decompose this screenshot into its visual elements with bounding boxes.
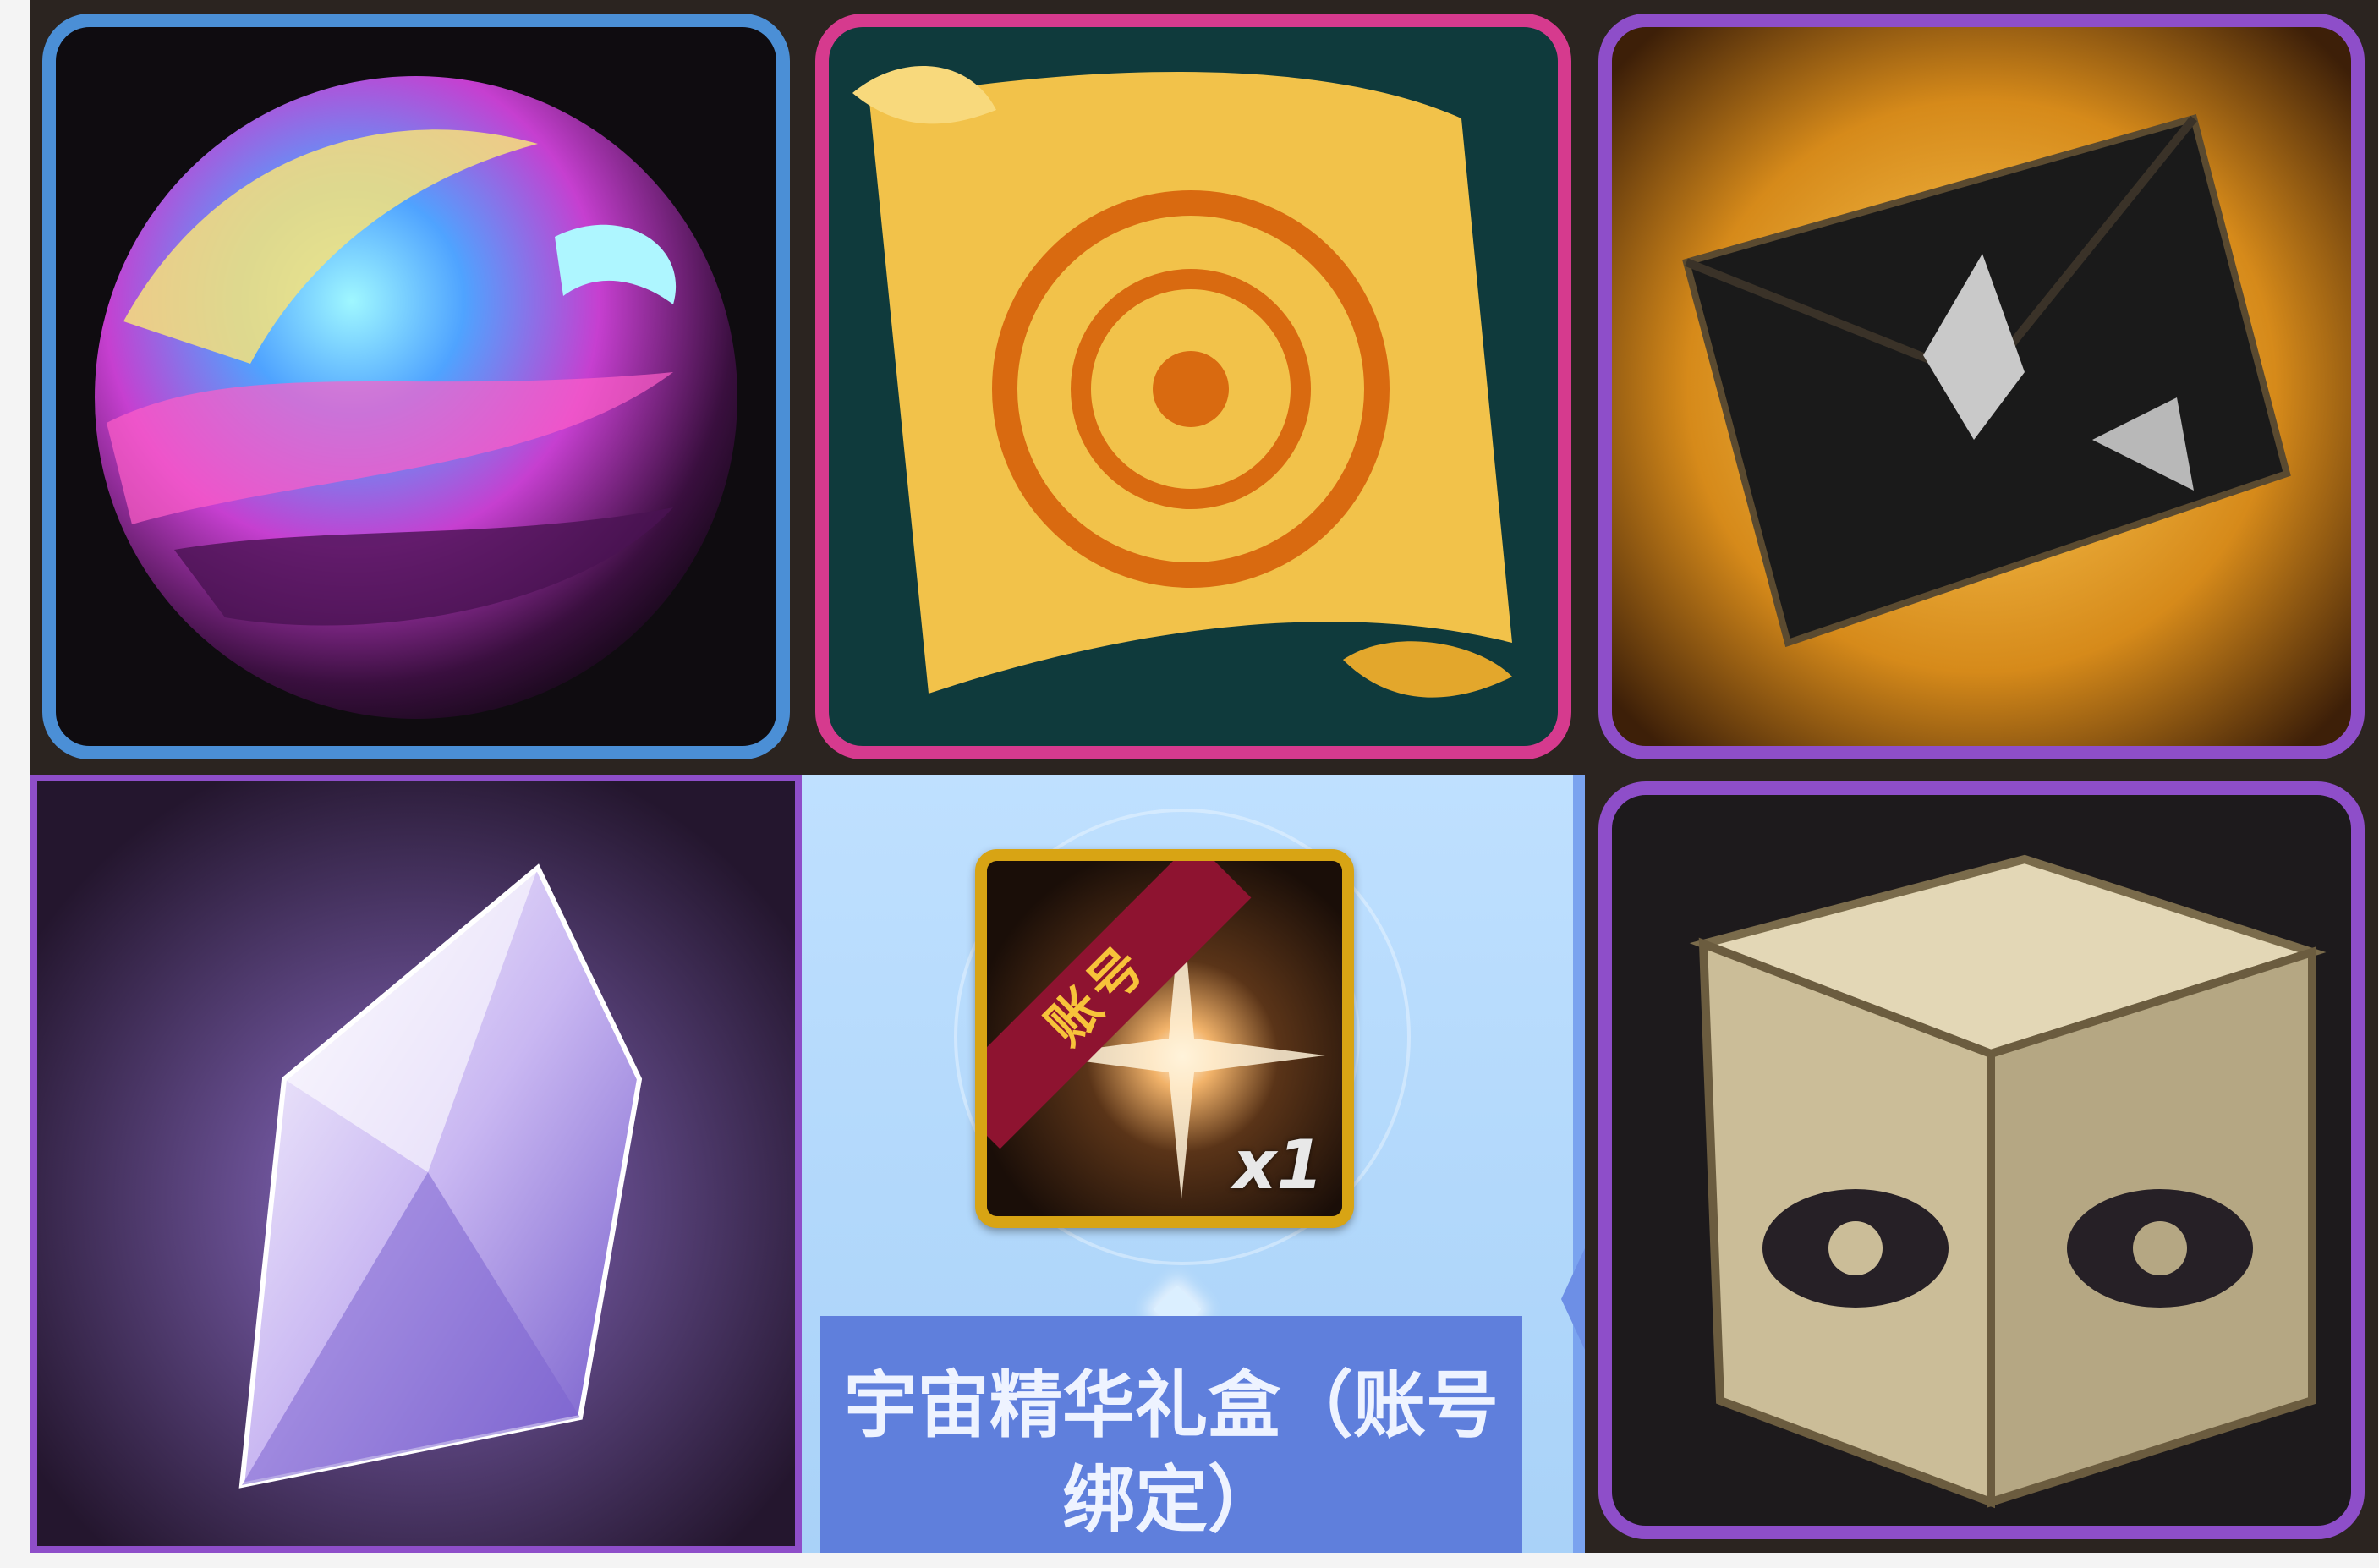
purple-crystal-icon: [30, 775, 802, 1553]
item-slot-orb[interactable]: [30, 0, 802, 775]
item-name-plate: 宇宙精华礼盒（账号 绑定）: [820, 1316, 1522, 1553]
item-slot-cube[interactable]: [1585, 775, 2378, 1553]
golden-scroll-icon: [802, 0, 1585, 775]
item-slot-scroll[interactable]: [802, 0, 1585, 775]
card-edge-strip: [1573, 775, 1585, 1553]
item-slot-envelope[interactable]: [1585, 0, 2378, 775]
item-grid: 账号 x1 宇宙精华礼盒（账号 绑定）: [30, 0, 1585, 1553]
gift-box-item-frame[interactable]: 账号 x1: [975, 849, 1354, 1228]
featured-item-card[interactable]: 账号 x1 宇宙精华礼盒（账号 绑定）: [802, 775, 1585, 1553]
item-name-line2: 绑定）: [1062, 1458, 1280, 1543]
item-quantity: x1: [1232, 1126, 1324, 1204]
dark-envelope-icon: [1598, 14, 2365, 759]
item-slot-crystal[interactable]: [30, 775, 802, 1553]
silver-cube-icon: [1598, 781, 2365, 1539]
purple-orb-icon: [30, 0, 802, 775]
item-name-line1: 宇宙精华礼盒（账号: [844, 1363, 1499, 1448]
